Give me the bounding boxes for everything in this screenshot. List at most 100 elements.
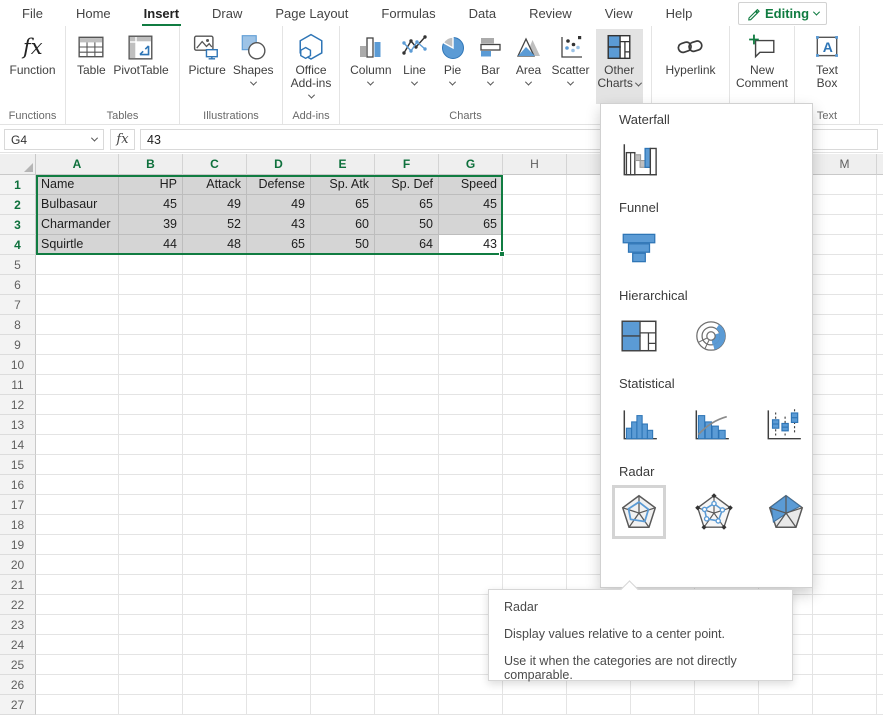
cell-F2[interactable]: 65 (375, 195, 439, 215)
cell-C2[interactable]: 49 (183, 195, 247, 215)
column-chart-button[interactable]: Column (348, 29, 393, 88)
tab-help[interactable]: Help (664, 2, 695, 25)
row-header-17[interactable]: 17 (0, 495, 36, 515)
row-header-2[interactable]: 2 (0, 195, 36, 215)
filled-radar-chart-icon[interactable] (762, 488, 810, 536)
cell-B3[interactable]: 39 (119, 215, 183, 235)
tab-formulas[interactable]: Formulas (379, 2, 437, 25)
bar-chart-button[interactable]: Bar (474, 29, 508, 88)
other-charts-button[interactable]: OtherCharts (596, 29, 643, 104)
line-chart-button[interactable]: Line (398, 29, 432, 88)
select-all-corner[interactable] (0, 154, 36, 175)
cell-C1[interactable]: Attack (183, 175, 247, 195)
radar-markers-chart-icon[interactable] (690, 488, 738, 536)
tab-draw[interactable]: Draw (210, 2, 244, 25)
row-header-18[interactable]: 18 (0, 515, 36, 535)
row-header-26[interactable]: 26 (0, 675, 36, 695)
column-header-B[interactable]: B (119, 154, 183, 175)
waterfall-chart-icon[interactable] (615, 136, 663, 184)
cell-B4[interactable]: 44 (119, 235, 183, 255)
cell-F1[interactable]: Sp. Def (375, 175, 439, 195)
histogram-chart-icon[interactable] (615, 400, 663, 448)
tab-insert[interactable]: Insert (142, 2, 181, 25)
row-header-23[interactable]: 23 (0, 615, 36, 635)
tab-page-layout[interactable]: Page Layout (273, 2, 350, 25)
row-header-8[interactable]: 8 (0, 315, 36, 335)
cell-B1[interactable]: HP (119, 175, 183, 195)
row-header-20[interactable]: 20 (0, 555, 36, 575)
row-header-1[interactable]: 1 (0, 175, 36, 195)
fx-button[interactable]: fx (110, 129, 135, 150)
function-button[interactable]: fx Function (7, 29, 57, 79)
box-whisker-chart-icon[interactable] (759, 400, 807, 448)
tab-review[interactable]: Review (527, 2, 574, 25)
cell-G2[interactable]: 45 (439, 195, 503, 215)
row-header-16[interactable]: 16 (0, 475, 36, 495)
cell-C4[interactable]: 48 (183, 235, 247, 255)
row-header-19[interactable]: 19 (0, 535, 36, 555)
row-header-14[interactable]: 14 (0, 435, 36, 455)
row-header-11[interactable]: 11 (0, 375, 36, 395)
cell-G4[interactable]: 43 (439, 235, 503, 255)
column-header-F[interactable]: F (375, 154, 439, 175)
pivottable-button[interactable]: PivotTable (111, 29, 170, 79)
cell-G3[interactable]: 65 (439, 215, 503, 235)
cell-A2[interactable]: Bulbasaur (36, 195, 119, 215)
row-header-12[interactable]: 12 (0, 395, 36, 415)
cell-D1[interactable]: Defense (247, 175, 311, 195)
picture-button[interactable]: Picture (186, 29, 227, 79)
row-header-4[interactable]: 4 (0, 235, 36, 255)
cell-B2[interactable]: 45 (119, 195, 183, 215)
cell-D4[interactable]: 65 (247, 235, 311, 255)
sunburst-chart-icon[interactable] (687, 312, 735, 360)
funnel-chart-icon[interactable] (615, 224, 663, 272)
row-header-15[interactable]: 15 (0, 455, 36, 475)
tab-data[interactable]: Data (467, 2, 498, 25)
column-header-D[interactable]: D (247, 154, 311, 175)
pareto-chart-icon[interactable] (687, 400, 735, 448)
cell-F3[interactable]: 50 (375, 215, 439, 235)
editing-mode-button[interactable]: Editing (738, 2, 827, 25)
cell-E2[interactable]: 65 (311, 195, 375, 215)
table-button[interactable]: Table (74, 29, 108, 79)
row-header-7[interactable]: 7 (0, 295, 36, 315)
tab-view[interactable]: View (603, 2, 635, 25)
new-comment-button[interactable]: New Comment (731, 29, 793, 92)
tab-file[interactable]: File (20, 2, 45, 25)
row-header-9[interactable]: 9 (0, 335, 36, 355)
cell-F4[interactable]: 64 (375, 235, 439, 255)
cell-E3[interactable]: 60 (311, 215, 375, 235)
row-header-13[interactable]: 13 (0, 415, 36, 435)
column-header-G[interactable]: G (439, 154, 503, 175)
column-header-C[interactable]: C (183, 154, 247, 175)
row-header-22[interactable]: 22 (0, 595, 36, 615)
text-box-button[interactable]: A Text Box (807, 29, 847, 92)
tab-home[interactable]: Home (74, 2, 113, 25)
cell-D2[interactable]: 49 (247, 195, 311, 215)
cell-E4[interactable]: 50 (311, 235, 375, 255)
cell-G1[interactable]: Speed (439, 175, 503, 195)
treemap-chart-icon[interactable] (615, 312, 663, 360)
cell-E1[interactable]: Sp. Atk (311, 175, 375, 195)
radar-chart-icon[interactable] (612, 485, 666, 539)
hyperlink-button[interactable]: Hyperlink (663, 29, 717, 79)
column-header-hidden[interactable] (877, 154, 883, 175)
row-header-25[interactable]: 25 (0, 655, 36, 675)
cell-A1[interactable]: Name (36, 175, 119, 195)
cell-D3[interactable]: 43 (247, 215, 311, 235)
row-header-27[interactable]: 27 (0, 695, 36, 715)
name-box[interactable]: G4 (4, 129, 104, 150)
cell-A4[interactable]: Squirtle (36, 235, 119, 255)
column-header-M[interactable]: M (813, 154, 877, 175)
column-header-H[interactable]: H (503, 154, 567, 175)
cell-A3[interactable]: Charmander (36, 215, 119, 235)
row-header-6[interactable]: 6 (0, 275, 36, 295)
area-chart-button[interactable]: Area (512, 29, 546, 88)
row-header-10[interactable]: 10 (0, 355, 36, 375)
column-header-E[interactable]: E (311, 154, 375, 175)
column-header-A[interactable]: A (36, 154, 119, 175)
row-header-3[interactable]: 3 (0, 215, 36, 235)
cell-C3[interactable]: 52 (183, 215, 247, 235)
pie-chart-button[interactable]: Pie (436, 29, 470, 88)
shapes-button[interactable]: Shapes (231, 29, 276, 88)
